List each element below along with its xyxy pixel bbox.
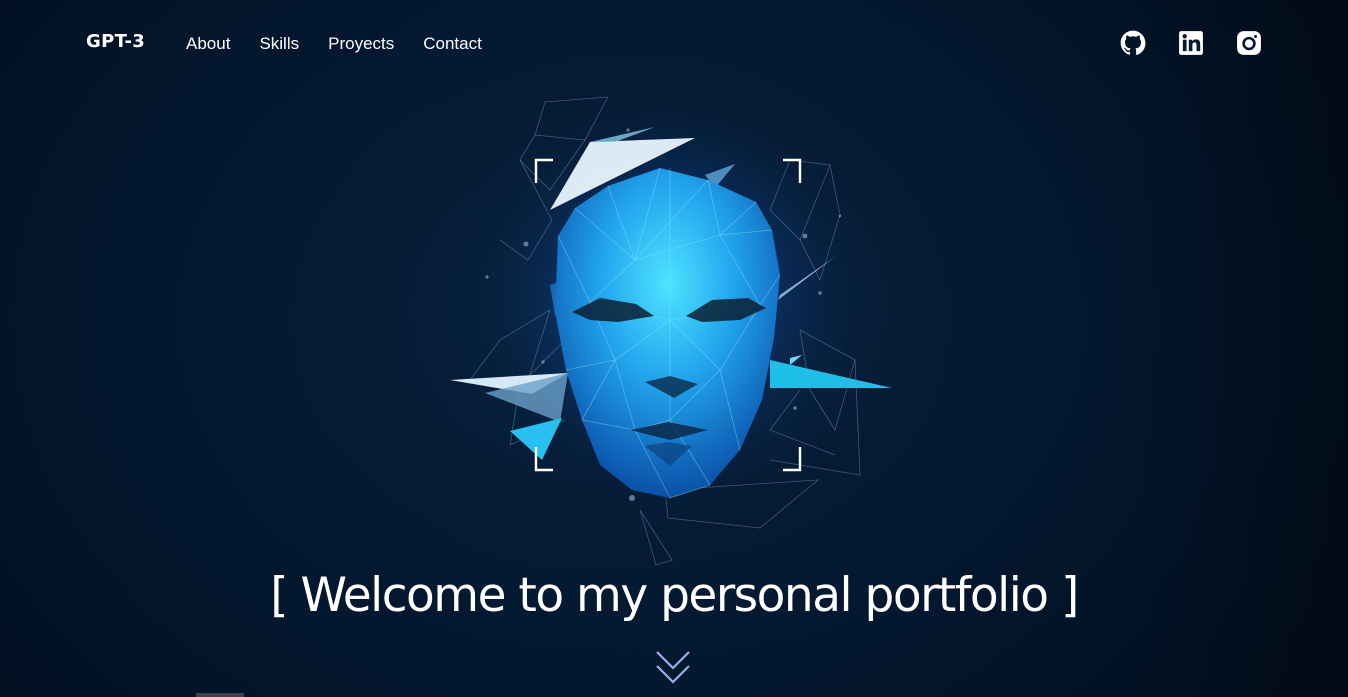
site-logo[interactable]: GPT-3 xyxy=(86,31,145,52)
instagram-icon[interactable] xyxy=(1236,30,1262,56)
nav-links: About Skills Proyects Contact xyxy=(186,34,511,54)
linkedin-icon[interactable] xyxy=(1178,30,1204,56)
nav-link-about[interactable]: About xyxy=(186,34,230,54)
social-links xyxy=(1120,30,1294,56)
low-poly-face-illustration xyxy=(440,90,910,570)
double-chevron-down-icon[interactable] xyxy=(654,648,692,688)
github-icon[interactable] xyxy=(1120,30,1146,56)
portfolio-page: GPT-3 About Skills Proyects Contact [We… xyxy=(0,0,1348,697)
hero-headline: [ Welcome to my personal portfolio ] xyxy=(270,568,1079,623)
nav-link-proyects[interactable]: Proyects xyxy=(328,34,394,54)
nav-link-skills[interactable]: Skills xyxy=(259,34,299,54)
navbar: GPT-3 About Skills Proyects Contact xyxy=(0,0,1348,88)
nav-link-contact[interactable]: Contact xyxy=(423,34,482,54)
horizontal-scrollbar-thumb[interactable] xyxy=(196,693,244,697)
